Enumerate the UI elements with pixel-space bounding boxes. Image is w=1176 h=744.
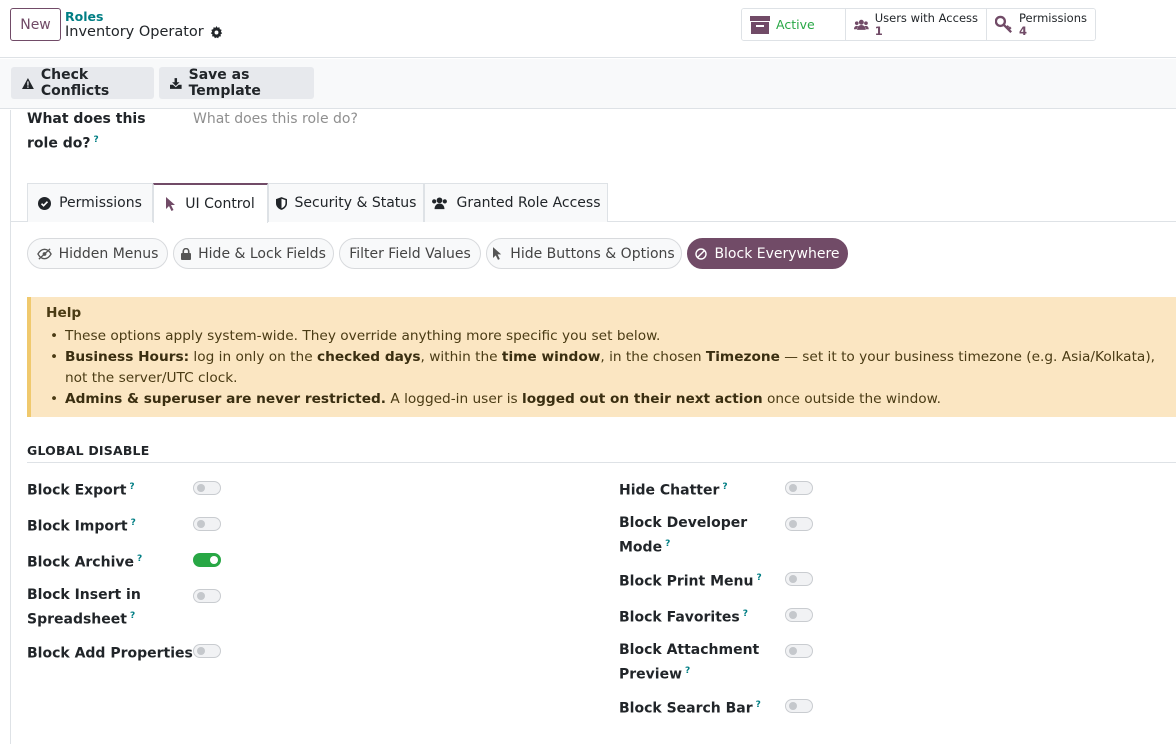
block-insert-spreadsheet-toggle[interactable] xyxy=(193,589,221,603)
section-title: GLOBAL DISABLE xyxy=(27,443,150,458)
subtab-hide-lock-fields[interactable]: Hide & Lock Fields xyxy=(173,238,334,269)
archive-icon xyxy=(750,15,770,34)
tab-granted-role-access[interactable]: Granted Role Access xyxy=(424,183,608,222)
pointer-icon xyxy=(493,247,502,260)
help-tooltip-icon[interactable]: ? xyxy=(685,666,690,676)
help-title: Help xyxy=(46,305,82,321)
field-label: Block Attachment Preview? xyxy=(619,642,760,683)
help-tooltip-icon[interactable]: ? xyxy=(93,135,98,145)
users-label: Users with Access xyxy=(874,10,978,25)
tab-permissions[interactable]: Permissions xyxy=(27,183,153,222)
notebook-tabs: Permissions UI Control Security & Status… xyxy=(11,183,1176,223)
new-button[interactable]: New xyxy=(10,8,61,41)
block-archive-toggle[interactable] xyxy=(193,553,221,567)
help-alert: Help These options apply system-wide. Th… xyxy=(27,297,1176,417)
tab-ui-control[interactable]: UI Control xyxy=(153,183,268,223)
help-tooltip-icon[interactable]: ? xyxy=(137,554,142,564)
help-tooltip-icon[interactable]: ? xyxy=(756,573,761,583)
field-label: Block Developer Mode? xyxy=(619,515,748,556)
ban-icon xyxy=(695,247,708,260)
gear-icon[interactable] xyxy=(210,25,223,39)
pointer-icon xyxy=(166,197,176,211)
lock-icon xyxy=(181,247,192,260)
save-as-template-label: Save as Template xyxy=(188,67,261,99)
download-icon xyxy=(170,77,182,89)
check-circle-icon xyxy=(38,196,52,210)
help-tooltip-icon[interactable]: ? xyxy=(722,482,727,492)
key-icon xyxy=(995,15,1012,33)
field-label: Hide Chatter? xyxy=(619,482,728,499)
permissions-label: Permissions xyxy=(1018,10,1087,25)
permissions-button[interactable]: Permissions 4 xyxy=(987,9,1095,40)
save-as-template-button[interactable]: Save as Template xyxy=(159,67,314,99)
description-input[interactable]: What does this role do? xyxy=(193,111,358,127)
subtab-hidden-menus[interactable]: Hidden Menus xyxy=(27,238,168,269)
shield-icon xyxy=(275,196,287,210)
permissions-count: 4 xyxy=(1018,23,1027,38)
field-label: Block Print Menu? xyxy=(619,573,762,590)
record-name: Inventory Operator xyxy=(65,24,204,40)
help-tooltip-icon[interactable]: ? xyxy=(131,518,136,528)
check-conflicts-button[interactable]: Check Conflicts xyxy=(11,67,154,99)
help-item: These options apply system-wide. They ov… xyxy=(46,326,1161,347)
subtab-block-everywhere[interactable]: Block Everywhere xyxy=(687,238,848,269)
help-tooltip-icon[interactable]: ? xyxy=(130,611,135,621)
users-icon xyxy=(432,196,448,209)
users-with-access-button[interactable]: Users with Access 1 xyxy=(846,9,987,40)
block-developer-mode-toggle[interactable] xyxy=(785,517,813,531)
help-list: These options apply system-wide. They ov… xyxy=(46,326,1161,410)
field-label: Block Insert in Spreadsheet? xyxy=(27,587,141,628)
warning-icon xyxy=(22,77,34,89)
block-add-properties-toggle[interactable] xyxy=(193,644,221,658)
smart-buttons: Active Users with Access 1 Permissions 4 xyxy=(741,8,1096,41)
help-tooltip-icon[interactable]: ? xyxy=(743,609,748,619)
eye-slash-icon xyxy=(36,247,52,260)
section-divider xyxy=(27,462,1176,463)
help-tooltip-icon[interactable]: ? xyxy=(129,482,134,492)
control-panel: New Roles Inventory Operator Active User… xyxy=(0,0,1176,58)
block-attachment-preview-toggle[interactable] xyxy=(785,644,813,658)
field-label: Block Search Bar? xyxy=(619,700,761,717)
description-label: What does this role do?? xyxy=(27,111,146,152)
hide-chatter-toggle[interactable] xyxy=(785,481,813,495)
block-favorites-toggle[interactable] xyxy=(785,608,813,622)
tab-security-status[interactable]: Security & Status xyxy=(268,183,424,222)
check-conflicts-label: Check Conflicts xyxy=(40,67,110,99)
block-print-menu-toggle[interactable] xyxy=(785,572,813,586)
active-button[interactable]: Active xyxy=(742,9,846,40)
users-icon xyxy=(854,19,869,30)
active-label: Active xyxy=(776,17,815,32)
field-label: Block Export? xyxy=(27,482,135,499)
block-search-bar-toggle[interactable] xyxy=(785,699,813,713)
help-tooltip-icon[interactable]: ? xyxy=(756,700,761,710)
help-item: Admins & superuser are never restricted.… xyxy=(46,389,1161,410)
breadcrumb-current: Inventory Operator xyxy=(65,24,223,40)
help-tooltip-icon[interactable]: ? xyxy=(665,539,670,549)
block-import-toggle[interactable] xyxy=(193,517,221,531)
breadcrumb-roles-link[interactable]: Roles xyxy=(65,9,103,24)
subtab-filter-field-values[interactable]: Filter Field Values xyxy=(339,238,481,269)
users-count: 1 xyxy=(874,23,883,38)
subtab-hide-buttons-options[interactable]: Hide Buttons & Options xyxy=(486,238,682,269)
field-label: Block Import? xyxy=(27,518,136,535)
action-bar: Check Conflicts Save as Template xyxy=(0,59,1176,109)
field-label: Block Favorites? xyxy=(619,609,748,626)
help-item: Business Hours: log in only on the check… xyxy=(46,347,1161,389)
block-export-toggle[interactable] xyxy=(193,481,221,495)
field-label: Block Archive? xyxy=(27,554,143,571)
field-label: Block Add Properties? xyxy=(27,640,201,665)
